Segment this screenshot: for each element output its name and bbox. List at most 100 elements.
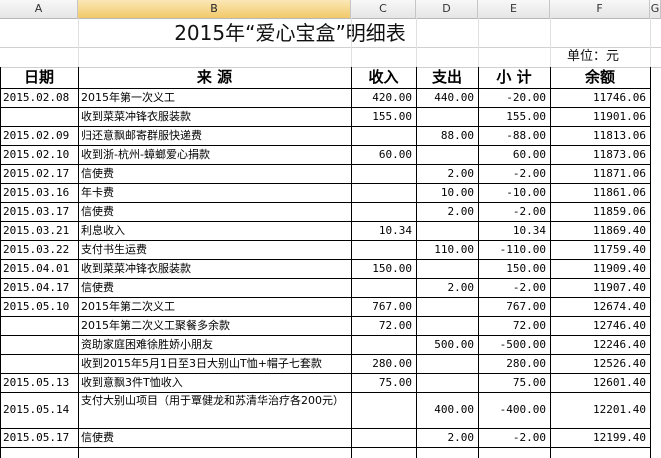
expense-cell[interactable]: 2.00 (416, 278, 478, 297)
expense-cell[interactable]: 110.00 (416, 240, 478, 259)
expense-cell[interactable] (416, 354, 478, 373)
balance-cell[interactable]: 11861.06 (550, 183, 650, 202)
date-cell[interactable] (0, 335, 78, 354)
balance-cell[interactable]: 12246.40 (550, 335, 650, 354)
source-cell[interactable]: 利息收入 (78, 221, 351, 240)
source-cell[interactable]: 收到浙-杭州-蟑螂爱心捐款 (78, 145, 351, 164)
balance-cell[interactable]: 12526.40 (550, 354, 650, 373)
date-cell[interactable]: 2015.04.01 (0, 259, 78, 278)
header-balance[interactable]: 余额 (550, 67, 650, 88)
date-cell[interactable]: 2015.03.17 (0, 202, 78, 221)
expense-cell[interactable] (416, 107, 478, 126)
subtotal-cell[interactable]: 150.00 (478, 259, 550, 278)
balance-cell[interactable]: 11909.40 (550, 259, 650, 278)
balance-cell[interactable]: 12201.40 (550, 392, 650, 428)
source-cell[interactable]: 收到2015年5月1日至3日大别山T恤+帽子七套款 (78, 354, 351, 373)
date-cell[interactable]: 2015.05.14 (0, 392, 78, 428)
header-source[interactable]: 来 源 (78, 67, 351, 88)
balance-cell[interactable]: 11759.40 (550, 240, 650, 259)
source-cell[interactable]: 资助家庭困难徐胜娇小朋友 (78, 335, 351, 354)
column-header-e[interactable]: E (478, 0, 550, 18)
source-cell[interactable]: 支付书生运费 (78, 240, 351, 259)
column-header-d[interactable]: D (416, 0, 478, 18)
source-cell[interactable]: 收到菜菜冲锋衣服装款 (78, 107, 351, 126)
income-cell[interactable] (351, 164, 416, 183)
balance-cell[interactable]: 11746.06 (550, 88, 650, 107)
expense-cell[interactable]: 2.00 (416, 202, 478, 221)
date-cell[interactable] (0, 354, 78, 373)
date-cell[interactable] (0, 107, 78, 126)
income-cell[interactable] (351, 126, 416, 145)
expense-cell[interactable]: 500.00 (416, 335, 478, 354)
date-cell[interactable]: 2015.03.21 (0, 221, 78, 240)
subtotal-cell[interactable]: -20.00 (478, 88, 550, 107)
income-cell[interactable] (351, 240, 416, 259)
expense-cell[interactable]: 10.00 (416, 183, 478, 202)
source-cell[interactable]: 归还意飘邮寄群服快递费 (78, 126, 351, 145)
source-cell[interactable]: 收到菜菜冲锋衣服装款 (78, 259, 351, 278)
income-cell[interactable]: 155.00 (351, 107, 416, 126)
expense-cell[interactable] (416, 373, 478, 392)
header-income[interactable]: 收入 (351, 67, 416, 88)
date-cell[interactable]: 2015.04.17 (0, 278, 78, 297)
source-cell[interactable]: 2015年第二次义工聚餐多余款 (78, 316, 351, 335)
source-cell[interactable]: 信使费 (78, 278, 351, 297)
column-header-c[interactable]: C (351, 0, 416, 18)
expense-cell[interactable] (416, 145, 478, 164)
date-cell[interactable]: 2015.02.08 (0, 88, 78, 107)
income-cell[interactable] (351, 428, 416, 447)
balance-cell[interactable]: 11859.06 (550, 202, 650, 221)
income-cell[interactable]: 60.00 (351, 145, 416, 164)
balance-cell[interactable]: 11907.40 (550, 278, 650, 297)
source-cell[interactable]: 支付大别山项目（用于覃健龙和苏清华治疗各200元） (78, 392, 351, 428)
subtotal-cell[interactable]: 280.00 (478, 354, 550, 373)
expense-cell[interactable] (416, 259, 478, 278)
income-cell[interactable] (351, 202, 416, 221)
balance-cell[interactable]: 11871.06 (550, 164, 650, 183)
income-cell[interactable] (351, 335, 416, 354)
income-cell[interactable]: 72.00 (351, 316, 416, 335)
subtotal-cell[interactable]: 10.34 (478, 221, 550, 240)
balance-cell[interactable]: 12746.40 (550, 316, 650, 335)
source-cell[interactable]: 年卡费 (78, 183, 351, 202)
income-cell[interactable] (351, 392, 416, 428)
date-cell[interactable] (0, 316, 78, 335)
balance-cell[interactable]: 11869.40 (550, 221, 650, 240)
header-date[interactable]: 日期 (0, 67, 78, 88)
column-header-g[interactable]: G (650, 0, 661, 18)
subtotal-cell[interactable]: 60.00 (478, 145, 550, 164)
date-cell[interactable]: 2015.02.10 (0, 145, 78, 164)
header-subtotal[interactable]: 小 计 (478, 67, 550, 88)
column-header-f[interactable]: F (550, 0, 650, 18)
expense-cell[interactable] (416, 221, 478, 240)
column-header-b[interactable]: B (78, 0, 351, 18)
source-cell[interactable]: 信使费 (78, 202, 351, 221)
balance-cell[interactable]: 11813.06 (550, 126, 650, 145)
date-cell[interactable]: 2015.03.22 (0, 240, 78, 259)
subtotal-cell[interactable]: 767.00 (478, 297, 550, 316)
source-cell[interactable]: 2015年第一次义工 (78, 88, 351, 107)
date-cell[interactable]: 2015.05.13 (0, 373, 78, 392)
source-cell[interactable]: 信使费 (78, 428, 351, 447)
date-cell[interactable]: 2015.05.10 (0, 297, 78, 316)
subtotal-cell[interactable]: 155.00 (478, 107, 550, 126)
subtotal-cell[interactable]: -2.00 (478, 278, 550, 297)
subtotal-cell[interactable]: -2.00 (478, 164, 550, 183)
subtotal-cell[interactable]: -2.00 (478, 428, 550, 447)
income-cell[interactable] (351, 183, 416, 202)
expense-cell[interactable] (416, 316, 478, 335)
income-cell[interactable]: 280.00 (351, 354, 416, 373)
balance-cell[interactable]: 12199.40 (550, 428, 650, 447)
source-cell[interactable]: 信使费 (78, 164, 351, 183)
subtotal-cell[interactable]: -2.00 (478, 202, 550, 221)
income-cell[interactable]: 75.00 (351, 373, 416, 392)
subtotal-cell[interactable]: -10.00 (478, 183, 550, 202)
expense-cell[interactable]: 2.00 (416, 428, 478, 447)
income-cell[interactable] (351, 278, 416, 297)
date-cell[interactable]: 2015.05.17 (0, 428, 78, 447)
expense-cell[interactable] (416, 297, 478, 316)
expense-cell[interactable]: 2.00 (416, 164, 478, 183)
subtotal-cell[interactable]: 75.00 (478, 373, 550, 392)
subtotal-cell[interactable]: -110.00 (478, 240, 550, 259)
balance-cell[interactable]: 11873.06 (550, 145, 650, 164)
